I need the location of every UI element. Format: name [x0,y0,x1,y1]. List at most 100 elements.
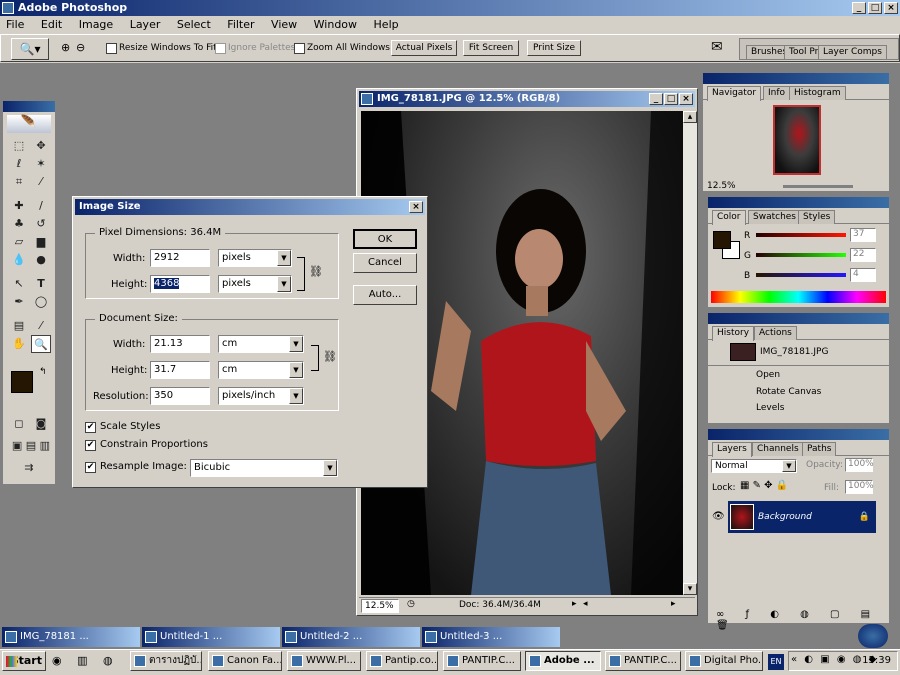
magic-wand-icon[interactable]: ✶ [31,155,51,173]
dialog-close-button[interactable]: × [409,201,423,213]
h-scroll-left-icon[interactable]: ◂ [583,599,588,609]
minimized-window-3[interactable]: Untitled-2 ... [282,627,420,647]
print-size-button[interactable]: Print Size [527,40,581,56]
menu-file[interactable]: File [6,18,24,31]
r-value[interactable]: 37 [850,228,876,242]
quickmask-mode-icon[interactable]: ◙ [31,415,51,433]
status-menu-icon[interactable]: ◷ [407,599,415,609]
well-tab-layer-comps[interactable]: Layer Comps [818,45,887,59]
constrain-proportions-checkbox[interactable]: ✔ [85,440,96,451]
color-fg-swatch[interactable] [713,231,731,249]
px-height-unit-select[interactable]: pixels ▼ [218,275,292,293]
cancel-button[interactable]: Cancel [353,253,417,273]
px-width-unit-select[interactable]: pixels ▼ [218,249,292,267]
quick-launch-icons[interactable]: ◉ ▥ ◍ [52,654,119,667]
status-arrow-icon[interactable]: ▸ [572,599,577,609]
tab-layers[interactable]: Layers [712,442,752,457]
dodge-tool-icon[interactable]: ● [31,251,51,269]
eraser-tool-icon[interactable]: ▱ [9,233,29,251]
doc-close-button[interactable]: × [679,93,693,105]
resize-windows-checkbox[interactable] [106,43,117,54]
taskbar-item-8[interactable]: Digital Pho... [685,651,763,671]
resolution-unit-select[interactable]: pixels/inch ▼ [218,387,304,405]
menu-image[interactable]: Image [79,18,113,31]
tab-actions[interactable]: Actions [754,326,797,340]
crop-tool-icon[interactable]: ⌗ [9,173,29,191]
taskbar-item-5[interactable]: PANTIP.C... [443,651,521,671]
menu-edit[interactable]: Edit [41,18,62,31]
menu-window[interactable]: Window [314,18,357,31]
g-slider[interactable] [756,253,846,257]
history-item-levels[interactable]: Levels [708,399,889,417]
minimized-window-2[interactable]: Untitled-1 ... [142,627,280,647]
ignore-palettes-checkbox[interactable] [215,43,226,54]
pen-tool-icon[interactable]: ✒ [9,293,29,311]
taskbar-item-4[interactable]: Pantip.co... [366,651,438,671]
navigator-zoom-value[interactable]: 12.5% [707,181,736,191]
opacity-input[interactable]: 100% [845,458,874,472]
zoom-in-icon[interactable]: ⊕ [61,41,70,54]
zoom-all-checkbox[interactable] [294,43,305,54]
close-button[interactable]: × [884,2,898,14]
fill-input[interactable]: 100% [845,480,874,494]
menu-view[interactable]: View [271,18,297,31]
taskbar-item-1[interactable]: ตารางปฏิบั... [130,651,202,671]
screen-mode-icon[interactable]: ▣ ▤ ▥ [7,437,55,455]
blend-mode-select[interactable]: Normal ▼ [711,459,797,473]
color-spectrum-bar[interactable] [711,291,886,303]
zoom-tool-preset[interactable]: 🔍▾ [11,38,49,60]
path-select-icon[interactable]: ↖ [9,275,29,293]
b-value[interactable]: 4 [850,268,876,282]
lasso-tool-icon[interactable]: ℓ [9,155,29,173]
resolution-input[interactable]: 350 [150,387,210,405]
foreground-color-swatch[interactable] [11,371,33,393]
shape-tool-icon[interactable]: ◯ [31,293,51,311]
swap-colors-icon[interactable]: ↰ [39,367,47,377]
taskbar-item-7[interactable]: PANTIP.C... [605,651,681,671]
scroll-up-icon[interactable]: ▴ [683,111,697,123]
scroll-down-icon[interactable]: ▾ [683,583,697,595]
menu-select[interactable]: Select [177,18,211,31]
minimized-window-4[interactable]: Untitled-3 ... [422,627,560,647]
history-snapshot[interactable]: IMG_78181.JPG [708,341,889,363]
type-tool-icon[interactable]: T [31,275,51,293]
ok-button[interactable]: OK [353,229,417,249]
actual-pixels-button[interactable]: Actual Pixels [391,40,457,56]
history-item-open[interactable]: Open [708,365,889,383]
taskbar-item-6[interactable]: Adobe ... [525,651,601,671]
resample-method-select[interactable]: Bicubic ▼ [190,459,338,477]
zoom-out-icon[interactable]: ⊖ [76,41,85,54]
tab-info[interactable]: Info [763,86,791,100]
taskbar-item-3[interactable]: WWW.Pl... [287,651,361,671]
move-tool-icon[interactable]: ✥ [31,137,51,155]
r-slider[interactable] [756,233,846,237]
doc-zoom-field[interactable]: 12.5% [361,599,399,613]
g-value[interactable]: 22 [850,248,876,262]
taskbar-item-2[interactable]: Canon Fa... [208,651,282,671]
tab-styles[interactable]: Styles [798,210,836,224]
px-width-input[interactable]: 2912 [150,249,210,267]
navigator-thumbnail[interactable] [773,105,821,175]
blur-tool-icon[interactable]: 💧 [9,251,29,269]
menu-filter[interactable]: Filter [227,18,254,31]
resample-checkbox[interactable]: ✔ [85,462,96,473]
slice-tool-icon[interactable]: ⁄ [31,173,51,191]
zoom-tool-icon[interactable]: 🔍 [31,335,51,353]
eyedropper-icon[interactable]: ⁄ [31,317,51,335]
doc-height-unit-select[interactable]: cm ▼ [218,361,304,379]
tab-swatches[interactable]: Swatches [748,210,801,224]
doc-width-unit-select[interactable]: cm ▼ [218,335,304,353]
tab-paths[interactable]: Paths [802,442,837,456]
navigator-zoom-slider[interactable] [783,185,853,188]
doc-minimize-button[interactable]: _ [649,93,663,105]
minimize-button[interactable]: _ [852,2,866,14]
file-browser-icon[interactable]: ✉ [711,39,723,55]
layer-visibility-icon[interactable]: 👁 [712,511,725,522]
standard-mode-icon[interactable]: ◻ [9,415,29,433]
jump-to-imageready-icon[interactable]: ⇉ [9,459,49,477]
history-brush-icon[interactable]: ↺ [31,215,51,233]
brush-tool-icon[interactable]: / [31,197,51,215]
tab-color[interactable]: Color [712,210,746,225]
minimized-window-1[interactable]: IMG_78181 ... [2,627,140,647]
scale-styles-checkbox[interactable]: ✔ [85,422,96,433]
